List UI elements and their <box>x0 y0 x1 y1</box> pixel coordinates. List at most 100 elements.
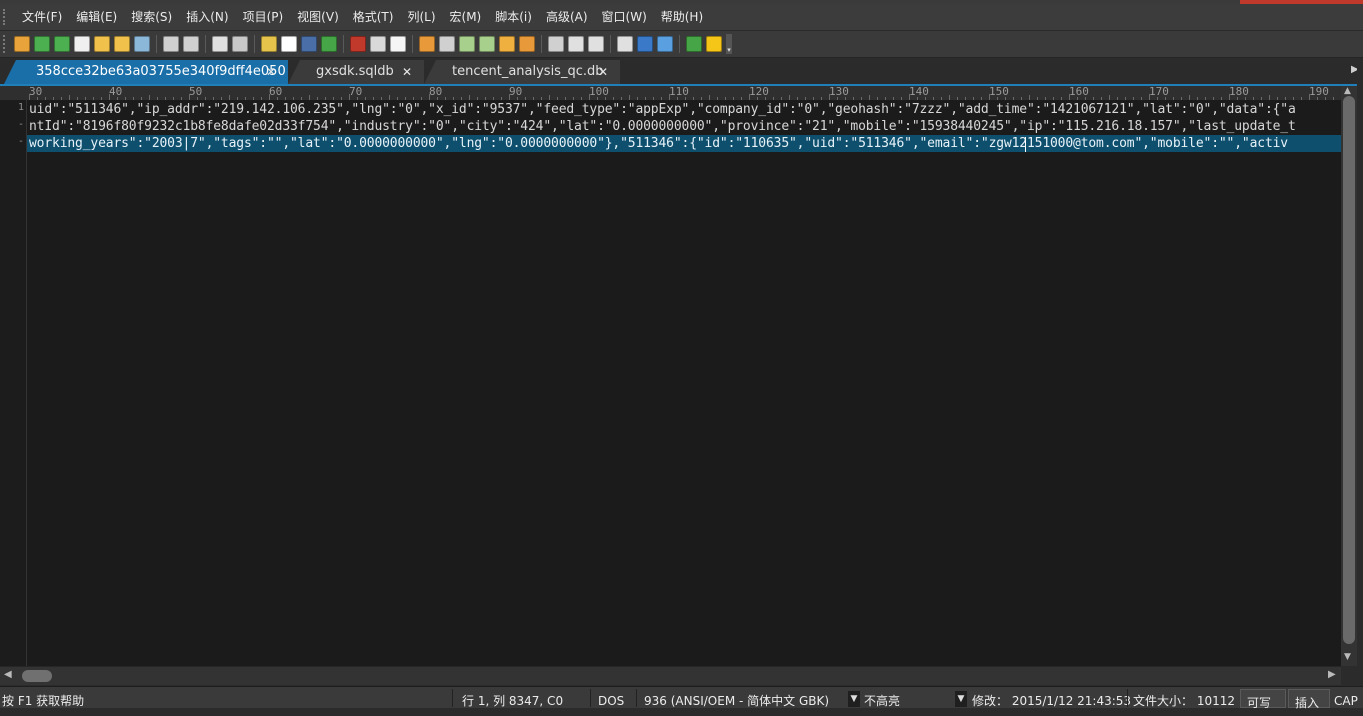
word-wrap-icon[interactable] <box>281 36 297 52</box>
chevron-down-icon[interactable]: ▼ <box>848 691 860 707</box>
status-writable[interactable]: 可写 <box>1240 689 1286 710</box>
menu-view[interactable]: 视图(V) <box>290 4 346 30</box>
replace-in-files-icon[interactable] <box>548 36 564 52</box>
tab-label: tencent_analysis_qc.db <box>452 64 604 79</box>
window-split-icon[interactable] <box>588 36 604 52</box>
tab-gxsdk[interactable]: gxsdk.sqldb ✕ <box>288 60 424 84</box>
new-file-icon[interactable] <box>14 36 30 52</box>
vertical-scroll-thumb[interactable] <box>1343 96 1355 644</box>
back-arrow-icon[interactable] <box>34 36 50 52</box>
chevron-down-icon[interactable]: ▼ <box>955 691 967 707</box>
ruler-label: 50 <box>189 86 203 98</box>
toolbar-separator <box>254 35 255 53</box>
menu-column[interactable]: 列(L) <box>400 4 442 30</box>
menu-script[interactable]: 脚本(i) <box>488 4 539 30</box>
find-icon[interactable] <box>439 36 455 52</box>
status-highlight[interactable]: 不高亮 <box>864 687 900 708</box>
menu-insert[interactable]: 插入(N) <box>179 4 235 30</box>
status-divider <box>590 689 591 707</box>
status-divider <box>636 689 637 707</box>
menu-help[interactable]: 帮助(H) <box>654 4 710 30</box>
line-number: 1 <box>17 102 24 113</box>
close-icon[interactable]: ✕ <box>266 60 276 84</box>
spell-check-icon[interactable] <box>350 36 366 52</box>
scroll-right-icon[interactable]: ▶ <box>1328 669 1336 680</box>
find-next-icon[interactable] <box>479 36 495 52</box>
text-editor[interactable]: uid":"511346","ip_addr":"219.142.106.235… <box>27 100 1341 666</box>
print-icon[interactable] <box>163 36 179 52</box>
status-line-ending[interactable]: DOS <box>598 687 624 708</box>
hex-icon[interactable] <box>232 36 248 52</box>
open-folder-2-icon[interactable] <box>114 36 130 52</box>
status-insert-mode[interactable]: 插入 <box>1288 689 1330 710</box>
replace-icon[interactable] <box>499 36 515 52</box>
find-in-files-icon[interactable] <box>519 36 535 52</box>
add-icon[interactable] <box>321 36 337 52</box>
cut-icon[interactable] <box>370 36 386 52</box>
menu-format[interactable]: 格式(T) <box>346 4 401 30</box>
vertical-scrollbar[interactable]: ▲ ▼ <box>1341 86 1357 666</box>
tab-active-file[interactable]: 358cce32be63a03755e340f9dff4e050 ✕ <box>4 60 288 84</box>
window-right-edge <box>1357 58 1363 686</box>
toolbar-overflow-icon[interactable]: ▾ <box>726 34 732 54</box>
paste-icon[interactable] <box>419 36 435 52</box>
find-prev-icon[interactable] <box>459 36 475 52</box>
toolbar-separator <box>156 35 157 53</box>
status-divider <box>1127 689 1128 707</box>
toolbar-separator <box>343 35 344 53</box>
wrap-marker: - <box>17 119 24 130</box>
column-ruler: 30 40 50 60 70 80 90 100 110 120 130 140 150 160 170 18… <box>0 86 1363 101</box>
window-tile-icon[interactable] <box>568 36 584 52</box>
window-cascade-icon[interactable] <box>617 36 633 52</box>
menu-window[interactable]: 窗口(W) <box>595 4 654 30</box>
status-divider <box>452 689 453 707</box>
menu-edit[interactable]: 编辑(E) <box>69 4 124 30</box>
toolbar-separator <box>412 35 413 53</box>
toolbar-separator <box>541 35 542 53</box>
horizontal-scrollbar[interactable]: ◀ ▶ <box>0 666 1341 685</box>
horizontal-scroll-thumb[interactable] <box>22 670 52 682</box>
toolbar: ▾ <box>0 31 1363 58</box>
column-mode-icon[interactable] <box>261 36 277 52</box>
code-line-selected[interactable]: working_years":"2003|7","tags":"","lat":… <box>27 135 1341 152</box>
menu-grip[interactable] <box>3 9 9 25</box>
status-modified: 修改： 2015/1/12 21:43:53 <box>972 694 1132 708</box>
blank-page-icon[interactable] <box>74 36 90 52</box>
close-icon[interactable]: ✕ <box>402 60 412 84</box>
menu-search[interactable]: 搜索(S) <box>124 4 179 30</box>
toolbar-grip[interactable] <box>3 35 8 53</box>
menu-advanced[interactable]: 高级(A) <box>539 4 595 30</box>
refresh-icon[interactable] <box>686 36 702 52</box>
toolbar-separator <box>610 35 611 53</box>
menu-file[interactable]: 文件(F) <box>15 4 69 30</box>
ruler-label: 80 <box>429 86 443 98</box>
list-icon[interactable] <box>212 36 228 52</box>
forward-arrow-icon[interactable] <box>54 36 70 52</box>
scroll-down-icon[interactable]: ▼ <box>1344 652 1351 662</box>
status-position: 行 1, 列 8347, C0 <box>462 694 564 708</box>
menu-bar: 文件(F) 编辑(E) 搜索(S) 插入(N) 项目(P) 视图(V) 格式(T… <box>0 4 1363 31</box>
open-folder-icon[interactable] <box>94 36 110 52</box>
print-preview-icon[interactable] <box>183 36 199 52</box>
scroll-up-icon[interactable]: ▲ <box>1344 86 1351 96</box>
menu-macro[interactable]: 宏(M) <box>443 4 489 30</box>
code-line[interactable]: uid":"511346","ip_addr":"219.142.106.235… <box>29 101 1296 118</box>
line-number-gutter: 1 - - <box>0 100 27 666</box>
lightbulb-icon[interactable] <box>706 36 722 52</box>
tab-tencent-analysis[interactable]: tencent_analysis_qc.db ✕ <box>424 60 620 84</box>
ftp-icon[interactable] <box>301 36 317 52</box>
status-file-size: 文件大小： 10112 <box>1133 694 1235 708</box>
browser-icon[interactable] <box>657 36 673 52</box>
close-icon[interactable]: ✕ <box>598 60 608 84</box>
copy-icon[interactable] <box>390 36 406 52</box>
status-encoding[interactable]: 936 (ANSI/OEM - 简体中文 GBK) <box>644 687 829 708</box>
save-icon[interactable] <box>134 36 150 52</box>
scroll-left-icon[interactable]: ◀ <box>4 669 12 680</box>
code-line[interactable]: ntId":"8196f80f9232c1b8fe8dafe02d33f754"… <box>29 118 1296 135</box>
ruler-label: 60 <box>269 86 283 98</box>
ruler-label: 70 <box>349 86 363 98</box>
toolbar-separator <box>205 35 206 53</box>
globe-icon[interactable] <box>637 36 653 52</box>
ruler-label: 40 <box>109 86 123 98</box>
menu-project[interactable]: 项目(P) <box>236 4 291 30</box>
